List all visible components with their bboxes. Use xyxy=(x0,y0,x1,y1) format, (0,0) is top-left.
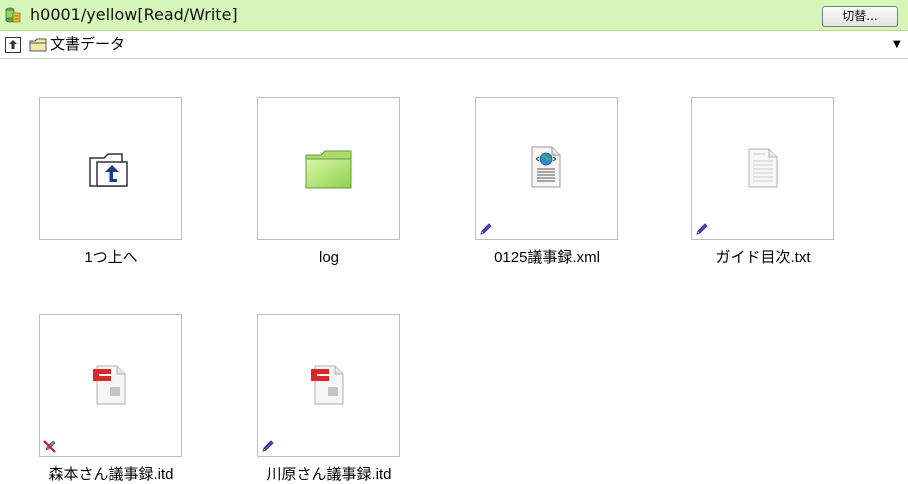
path-bar: 文書データ ▼ xyxy=(0,31,908,59)
folder-icon xyxy=(29,38,47,52)
edit-pencil-icon xyxy=(262,440,274,452)
itd-document-icon xyxy=(93,365,126,405)
file-name: 0125議事録.xml xyxy=(494,249,600,266)
no-edit-icon xyxy=(43,440,56,453)
window-title: h0001/yellow[Read/Write] xyxy=(30,5,238,24)
file-name: 森本さん議事録.itd xyxy=(48,466,174,483)
itd-document-icon xyxy=(311,365,344,405)
path-dropdown-arrow-icon[interactable]: ▼ xyxy=(893,39,901,51)
folder-icon xyxy=(305,150,352,189)
database-icon xyxy=(5,7,21,23)
file-name: 川原さん議事録.itd xyxy=(266,466,392,483)
folder-up-icon xyxy=(89,153,128,187)
file-name: ガイド目次.txt xyxy=(715,249,811,266)
file-tile[interactable] xyxy=(691,97,834,240)
file-tile[interactable] xyxy=(475,97,618,240)
switch-button[interactable]: 切替... xyxy=(822,6,898,27)
edit-pencil-icon xyxy=(480,223,492,235)
file-name: 1つ上へ xyxy=(84,249,138,266)
web-document-icon xyxy=(531,146,561,188)
file-tile[interactable] xyxy=(39,97,182,240)
file-name: log xyxy=(318,249,340,266)
file-tile[interactable] xyxy=(257,314,400,457)
text-document-icon xyxy=(748,148,778,188)
current-path: 文書データ xyxy=(50,35,126,53)
title-bar: h0001/yellow[Read/Write] 切替... xyxy=(0,0,908,31)
file-tile[interactable] xyxy=(39,314,182,457)
file-tile[interactable] xyxy=(257,97,400,240)
edit-pencil-icon xyxy=(696,223,708,235)
up-folder-icon[interactable] xyxy=(5,37,21,53)
